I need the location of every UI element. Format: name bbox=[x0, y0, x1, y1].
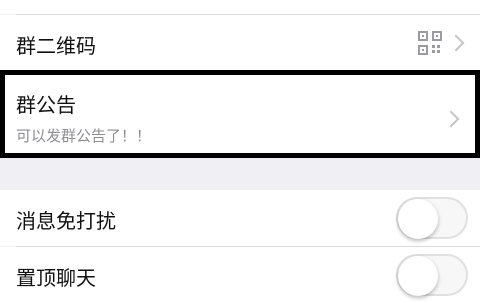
group-announcement-label: 群公告 bbox=[16, 93, 76, 117]
chevron-right-icon bbox=[447, 34, 465, 52]
pin-chat-label: 置顶聊天 bbox=[16, 266, 96, 290]
group-qr-code-label: 群二维码 bbox=[16, 34, 96, 58]
group-announcement-row[interactable]: 群公告 可以发群公告了！！ bbox=[0, 70, 480, 158]
mute-notifications-toggle[interactable] bbox=[396, 197, 468, 239]
mute-notifications-row: 消息免打扰 bbox=[0, 190, 480, 246]
toggle-knob bbox=[398, 256, 438, 296]
toggle-knob bbox=[398, 199, 438, 239]
pin-chat-row: 置顶聊天 bbox=[0, 247, 480, 303]
group-announcement-text: 可以发群公告了！！ bbox=[16, 127, 152, 145]
mute-notifications-label: 消息免打扰 bbox=[16, 209, 116, 233]
group-qr-code-row[interactable]: 群二维码 bbox=[0, 15, 480, 71]
group-top-partial-row[interactable] bbox=[0, 0, 480, 14]
pin-chat-toggle[interactable] bbox=[396, 254, 468, 296]
qr-code-icon bbox=[418, 31, 442, 59]
chevron-right-icon bbox=[442, 110, 460, 128]
